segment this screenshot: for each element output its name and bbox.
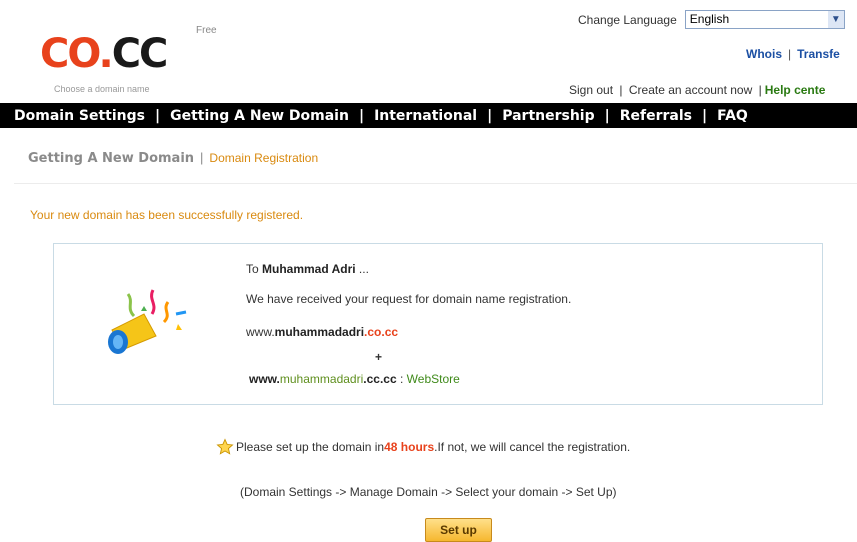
breadcrumb: Getting A New Domain | Domain Registration (28, 150, 318, 166)
setup-path-hint: (Domain Settings -> Manage Domain -> Sel… (240, 485, 617, 499)
section-divider (14, 183, 857, 184)
nav-item-getting-a-new-domain[interactable]: Getting A New Domain (170, 108, 349, 124)
plus-sign: + (375, 350, 383, 364)
nav-item-referrals[interactable]: Referrals (620, 108, 692, 124)
user-links: Sign out | Create an account now | Help c… (569, 83, 826, 97)
webstore-label: WebStore (406, 372, 460, 386)
sign-out-link[interactable]: Sign out (569, 83, 613, 97)
top-links-separator: | (788, 47, 792, 61)
party-popper-icon (108, 289, 187, 354)
logo-wordmark: CO.CC (40, 31, 168, 77)
logo-tagline: Choose a domain name (54, 84, 150, 94)
nav-item-partnership[interactable]: Partnership (502, 108, 594, 124)
site-logo[interactable]: Free CO.CC Choose a domain name (40, 22, 217, 94)
nav-item-domain-settings[interactable]: Domain Settings (14, 108, 145, 124)
chevron-down-icon[interactable]: ▼ (827, 11, 844, 28)
breadcrumb-parent[interactable]: Getting A New Domain (28, 151, 194, 166)
create-account-link[interactable]: Create an account now (629, 83, 752, 97)
greeting: To Muhammad Adri ... (246, 262, 369, 276)
setup-deadline-notice: Please set up the domain in 48 hours .If … (216, 438, 630, 456)
customer-name: Muhammad Adri (262, 262, 356, 276)
nav-item-international[interactable]: International (374, 108, 477, 124)
language-label: Change Language (578, 12, 677, 27)
registered-domain-primary: www.muhammadadri.co.cc (246, 325, 399, 339)
star-icon (216, 438, 234, 455)
breadcrumb-current: Domain Registration (209, 151, 319, 165)
nav-item-faq[interactable]: FAQ (717, 108, 748, 124)
logo-free-label: Free (196, 25, 217, 36)
language-select[interactable]: English ▼ (684, 10, 845, 29)
whois-link[interactable]: Whois (746, 47, 782, 61)
breadcrumb-separator: | (200, 150, 204, 165)
language-select-value: English (689, 12, 730, 26)
set-up-button[interactable]: Set up (425, 518, 492, 542)
transfer-link[interactable]: Transfe (797, 47, 840, 61)
language-switcher: Change Language English ▼ (578, 10, 845, 29)
main-nav: Domain Settings | Getting A New Domain |… (0, 103, 857, 128)
help-center-link[interactable]: Help cente (765, 83, 826, 97)
header: Free CO.CC Choose a domain name Change L… (0, 0, 857, 100)
request-text: We have received your request for domain… (246, 292, 572, 306)
success-message: Your new domain has been successfully re… (30, 208, 304, 222)
registration-info-box: To Muhammad Adri ... We have received yo… (53, 243, 823, 405)
top-links: Whois | Transfe (746, 47, 840, 61)
registered-domain-webstore: www.muhammadadri.cc.cc : WebStore (249, 372, 460, 386)
deadline-hours: 48 hours (384, 440, 435, 454)
